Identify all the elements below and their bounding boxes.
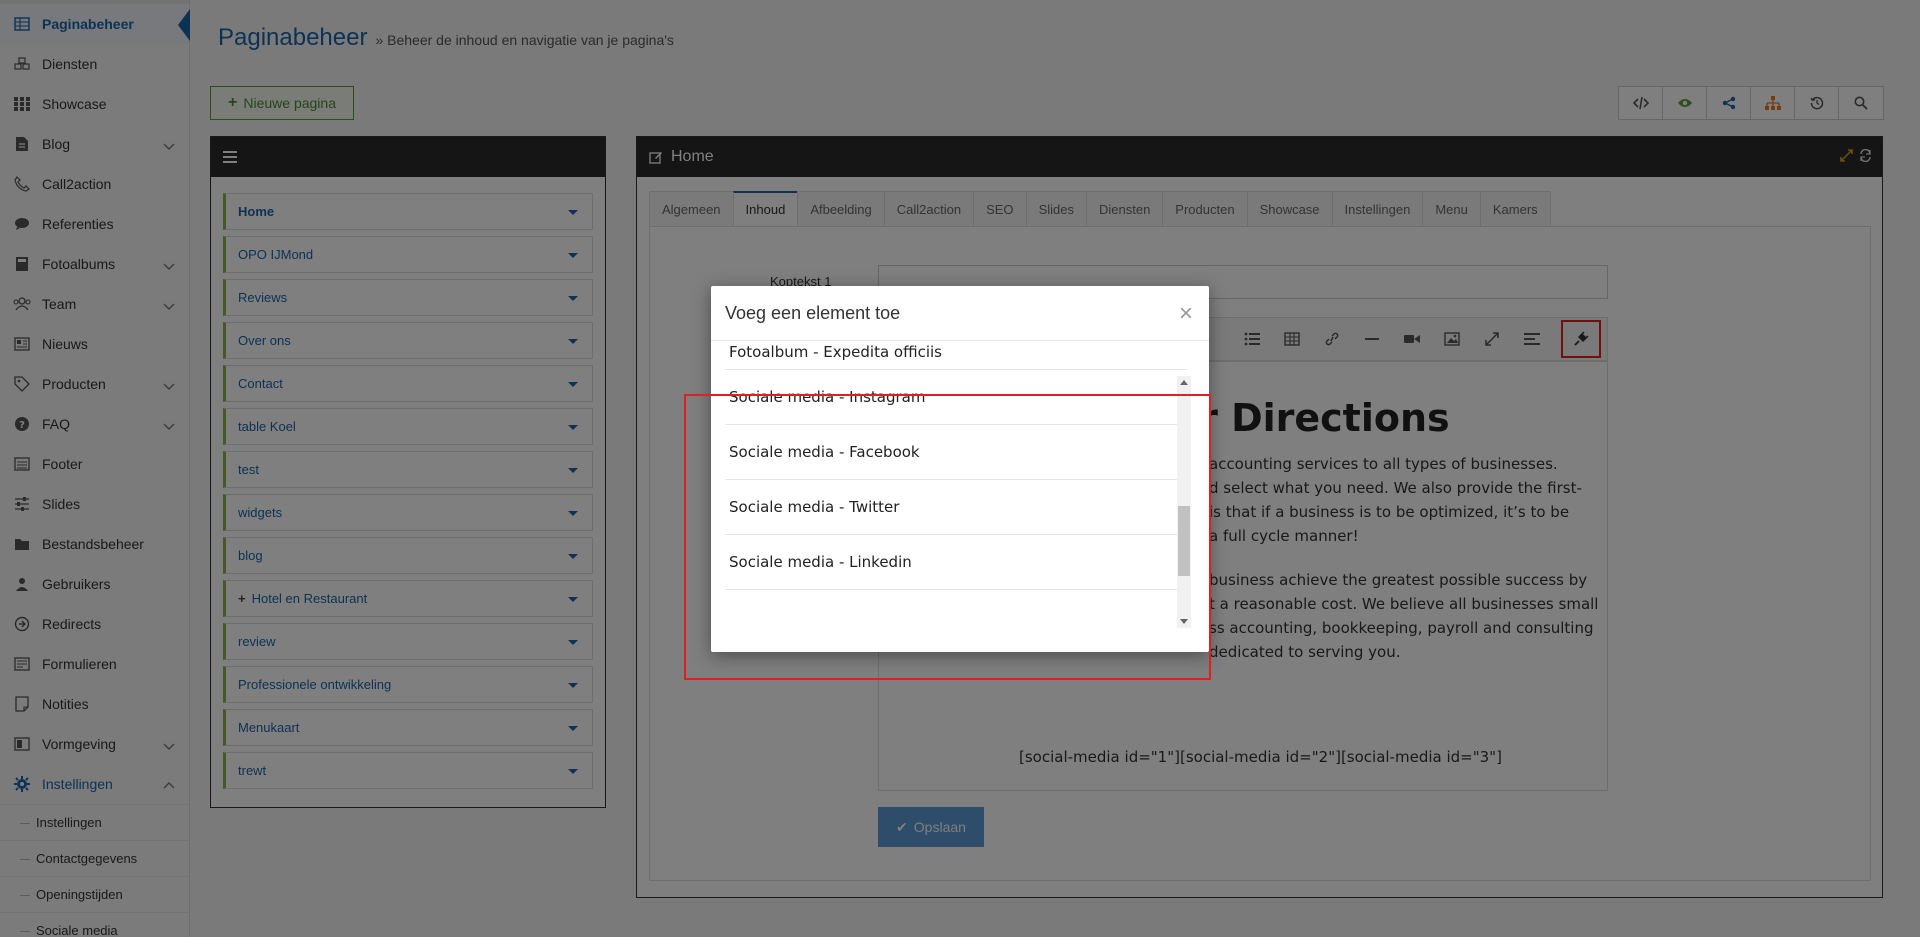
modal-title: Voeg een element toe [725,302,901,323]
element-option[interactable]: Fotoalbum - Expedita officiis [725,342,1187,370]
annotation-highlight [684,394,1211,680]
close-icon[interactable]: × [1179,300,1193,328]
modal-header: Voeg een element toe × [711,286,1209,341]
scroll-up-arrow[interactable] [1180,380,1188,385]
